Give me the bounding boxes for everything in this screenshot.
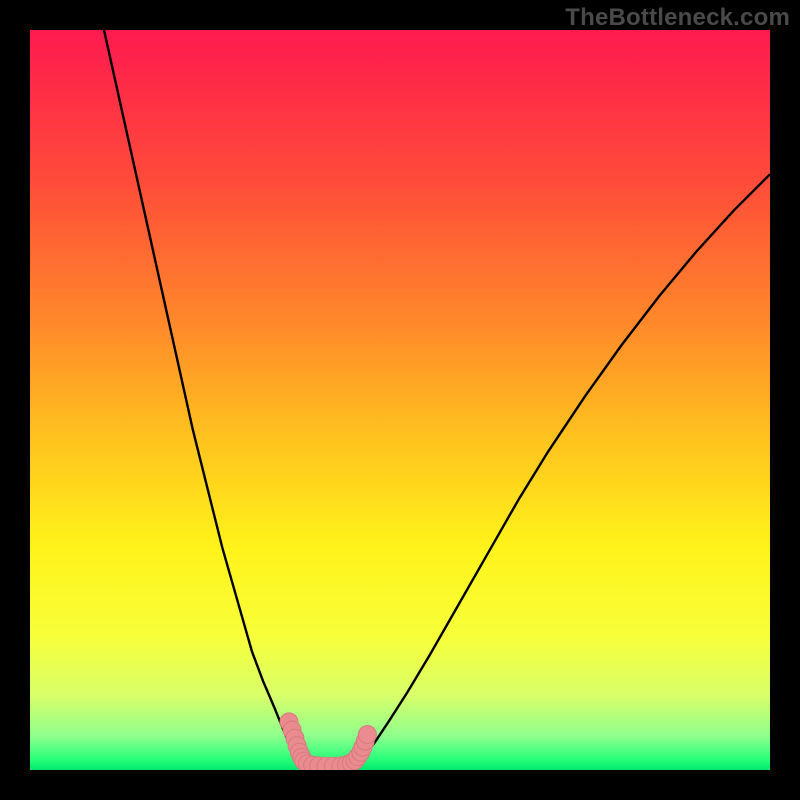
outer-frame: TheBottleneck.com <box>0 0 800 800</box>
chart-plot-area <box>30 30 770 770</box>
watermark-text: TheBottleneck.com <box>565 4 790 32</box>
valley-marker <box>358 726 376 744</box>
chart-svg <box>30 30 770 770</box>
gradient-background <box>30 30 770 770</box>
